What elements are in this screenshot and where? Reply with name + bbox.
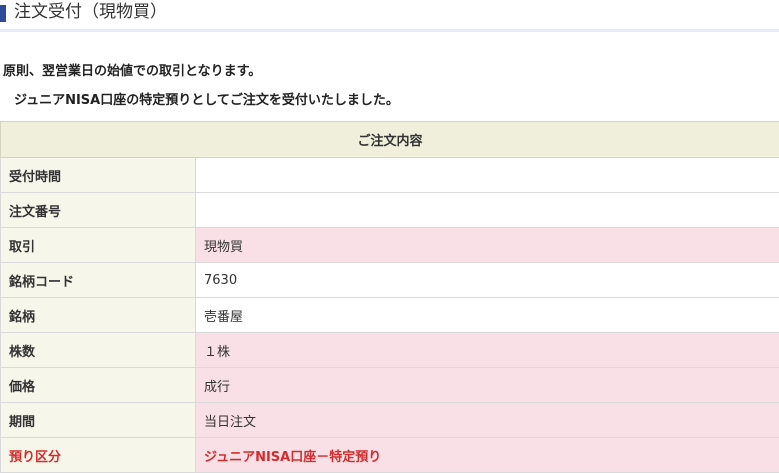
value-stock-code: 7630 bbox=[196, 263, 779, 298]
page-header: 注文受付（現物買） bbox=[0, 0, 779, 30]
row-period: 期間 当日注文 bbox=[1, 403, 779, 438]
order-details-table: ご注文内容 受付時間 注文番号 取引 現物買 銘柄コード 7630 銘柄 壱番屋… bbox=[0, 121, 779, 473]
row-trade-type: 取引 現物買 bbox=[1, 228, 779, 263]
value-order-number bbox=[196, 193, 779, 228]
notice-opening-price: 原則、翌営業日の始値での取引となります。 bbox=[3, 63, 261, 81]
label-custody-type: 預り区分 bbox=[1, 438, 196, 473]
label-received-time: 受付時間 bbox=[1, 158, 196, 193]
row-price: 価格 成行 bbox=[1, 368, 779, 403]
value-trade-type: 現物買 bbox=[196, 228, 779, 263]
value-price: 成行 bbox=[196, 368, 779, 403]
label-price: 価格 bbox=[1, 368, 196, 403]
value-share-count: １株 bbox=[196, 333, 779, 368]
label-period: 期間 bbox=[1, 403, 196, 438]
header-divider bbox=[0, 29, 779, 32]
row-stock-name: 銘柄 壱番屋 bbox=[1, 298, 779, 333]
row-stock-code: 銘柄コード 7630 bbox=[1, 263, 779, 298]
table-heading-row: ご注文内容 bbox=[1, 122, 779, 158]
row-custody-type: 預り区分 ジュニアNISA口座－特定預り bbox=[1, 438, 779, 473]
title-marker bbox=[0, 5, 6, 22]
value-stock-name: 壱番屋 bbox=[196, 298, 779, 333]
table-heading: ご注文内容 bbox=[1, 122, 779, 158]
row-received-time: 受付時間 bbox=[1, 158, 779, 193]
value-custody-type: ジュニアNISA口座－特定預り bbox=[196, 438, 779, 473]
label-stock-code: 銘柄コード bbox=[1, 263, 196, 298]
page-title: 注文受付（現物買） bbox=[14, 1, 167, 23]
row-order-number: 注文番号 bbox=[1, 193, 779, 228]
label-stock-name: 銘柄 bbox=[1, 298, 196, 333]
notice-order-accepted: ジュニアNISA口座の特定預りとしてご注文を受付いたしました。 bbox=[14, 92, 399, 110]
row-share-count: 株数 １株 bbox=[1, 333, 779, 368]
value-received-time bbox=[196, 158, 779, 193]
label-order-number: 注文番号 bbox=[1, 193, 196, 228]
label-trade-type: 取引 bbox=[1, 228, 196, 263]
label-share-count: 株数 bbox=[1, 333, 196, 368]
value-period: 当日注文 bbox=[196, 403, 779, 438]
